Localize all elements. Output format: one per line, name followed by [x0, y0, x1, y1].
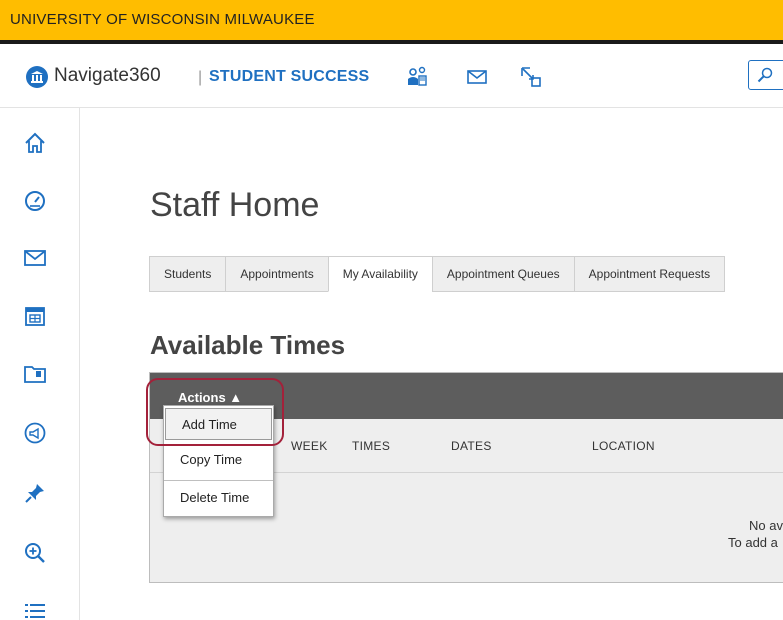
brand-subtitle: STUDENT SUCCESS [209, 68, 370, 85]
university-name: UNIVERSITY OF WISCONSIN MILWAUKEE [10, 11, 315, 28]
column-header-times[interactable]: TIMES [352, 439, 390, 453]
tab-appointments[interactable]: Appointments [225, 256, 328, 292]
pin-icon[interactable] [22, 480, 48, 506]
app-root: UNIVERSITY OF WISCONSIN MILWAUKEE Naviga… [0, 0, 783, 620]
search-button[interactable] [748, 60, 783, 90]
copy-time-menu-item[interactable]: Copy Time [164, 443, 273, 476]
tab-bar: Students Appointments My Availability Ap… [149, 256, 726, 292]
brand-separator: | [198, 69, 203, 86]
section-title: Available Times [150, 330, 346, 360]
top-navigation: Navigate360 | STUDENT SUCCESS [0, 48, 783, 108]
people-icon[interactable] [402, 62, 432, 92]
navigate-logo-icon[interactable] [26, 66, 48, 88]
list-icon[interactable] [22, 598, 48, 620]
empty-message-line2: To add a [728, 535, 778, 550]
empty-message-line1: No av [749, 518, 783, 533]
expand-icon[interactable] [516, 62, 546, 92]
tab-students[interactable]: Students [149, 256, 226, 292]
sidebar [0, 108, 80, 620]
university-bar: UNIVERSITY OF WISCONSIN MILWAUKEE [0, 0, 783, 44]
tab-my-availability[interactable]: My Availability [327, 256, 432, 292]
search-icon [757, 67, 773, 83]
column-header-location[interactable]: LOCATION [592, 439, 655, 453]
bank-icon [31, 71, 43, 83]
search-plus-icon[interactable] [22, 540, 48, 566]
page-title: Staff Home [150, 186, 320, 224]
delete-time-menu-item[interactable]: Delete Time [164, 480, 273, 513]
calendar-icon[interactable] [22, 303, 48, 329]
column-header-week[interactable]: WEEK [291, 439, 328, 453]
brand-name[interactable]: Navigate360 [54, 65, 161, 87]
folder-icon[interactable] [22, 361, 48, 387]
mail-icon[interactable] [462, 62, 492, 92]
home-icon[interactable] [22, 130, 48, 156]
dashboard-icon[interactable] [22, 188, 48, 214]
tab-appointment-queues[interactable]: Appointment Queues [431, 256, 574, 292]
megaphone-icon[interactable] [22, 420, 48, 446]
tab-appointment-requests[interactable]: Appointment Requests [573, 256, 726, 292]
highlight-ring [146, 378, 284, 446]
column-header-dates[interactable]: DATES [451, 439, 492, 453]
mail-icon[interactable] [22, 245, 48, 271]
